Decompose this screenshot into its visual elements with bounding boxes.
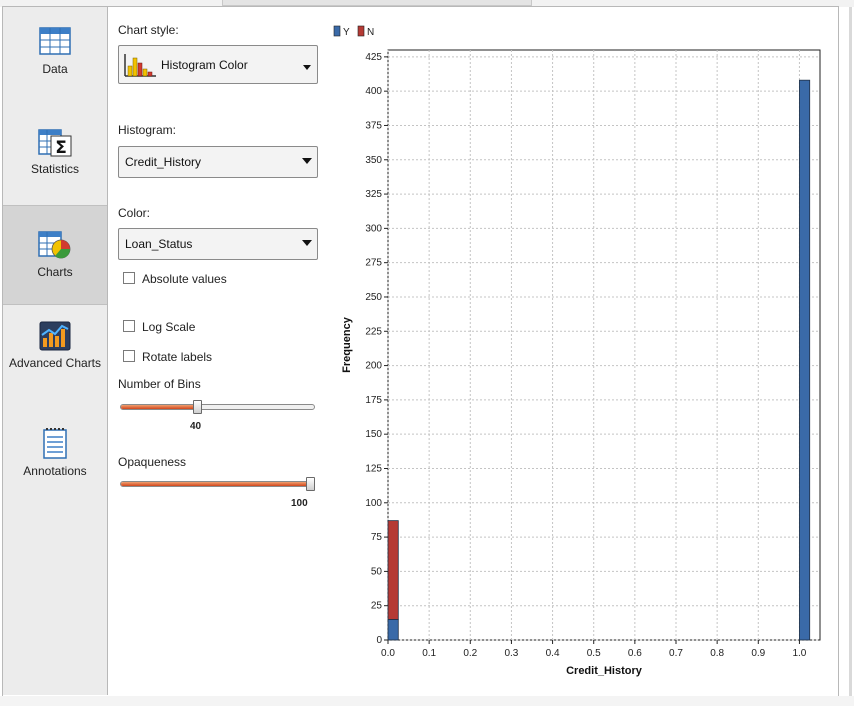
bins-slider[interactable] [120,404,315,410]
chevron-down-icon [302,158,312,164]
y-tick-label: 250 [365,292,382,303]
sidebar-item-label: Statistics [30,162,79,176]
bins-label: Number of Bins [118,377,201,391]
x-tick-label: 0.8 [710,648,724,659]
y-tick-label: 75 [371,532,383,543]
histogram-chart: YN 0255075100125150175200225250275300325… [333,25,821,677]
chart-legend: YN [333,25,374,38]
histogram-label: Histogram: [118,123,177,137]
x-tick-label: 0.9 [751,648,765,659]
legend-swatch-y [333,25,341,37]
y-tick-label: 175 [365,395,382,406]
color-value: Loan_Status [125,237,193,251]
bottom-band [0,696,854,706]
y-tick-label: 25 [371,601,383,612]
svg-text:Σ: Σ [55,138,67,157]
y-tick-label: 225 [365,326,382,337]
chart-style-value: Histogram Color [161,58,248,72]
sidebar-item-advanced-charts[interactable]: Advanced Charts [3,321,107,391]
y-tick-label: 375 [365,120,382,131]
x-tick-label: 0.6 [628,648,642,659]
y-tick-label: 425 [365,52,382,63]
legend-swatch-n [357,25,365,37]
legend-label-y: Y [343,27,350,38]
histogram-bar-n [387,520,399,620]
legend-label-n: N [367,27,374,38]
y-tick-label: 150 [365,429,382,440]
sidebar-item-label: Annotations [23,464,87,478]
chevron-down-icon [303,65,311,70]
y-tick-label: 125 [365,463,382,474]
sidebar-item-charts[interactable]: Charts [3,205,107,305]
y-tick-label: 400 [365,86,382,97]
x-axis-label: Credit_History [566,665,643,677]
x-tick-label: 0.4 [546,648,560,659]
y-tick-label: 50 [371,566,383,577]
opaqueness-slider[interactable] [120,481,315,487]
sidebar: Data Σ Statistics Charts Advanced Charts… [3,7,108,695]
y-tick-label: 100 [365,498,382,509]
sidebar-item-label: Data [42,62,68,76]
sidebar-item-label: Advanced Charts [8,356,102,370]
chevron-down-icon [302,240,312,246]
sidebar-item-data[interactable]: Data [3,27,107,87]
y-tick-label: 200 [365,361,382,372]
opaqueness-label: Opaqueness [118,455,187,469]
bins-slider-fill [121,405,197,409]
histogram-bar-y [387,619,399,641]
table-icon [39,27,71,55]
x-tick-label: 1.0 [792,648,806,659]
x-tick-label: 0.1 [422,648,436,659]
bins-value: 40 [190,421,202,432]
y-tick-label: 300 [365,223,382,234]
x-tick-label: 0.7 [669,648,683,659]
window-edge [849,7,852,706]
y-tick-label: 325 [365,189,382,200]
histogram-select[interactable]: Credit_History [118,146,318,178]
histogram-value: Credit_History [125,155,202,169]
sidebar-item-annotations[interactable]: Annotations [3,427,107,487]
rotate-labels-checkbox[interactable] [123,350,135,362]
y-tick-label: 275 [365,258,382,269]
opaqueness-slider-fill [121,482,314,486]
opaqueness-slider-thumb[interactable] [306,477,315,491]
x-tick-label: 0.2 [463,648,477,659]
rotate-labels-label: Rotate labels [142,350,213,364]
chart-style-label: Chart style: [118,23,179,37]
sidebar-item-statistics[interactable]: Σ Statistics [3,127,107,187]
y-axis-label: Frequency [341,316,353,373]
x-tick-label: 0.3 [504,648,518,659]
absolute-values-checkbox[interactable] [123,272,135,284]
histogram-color-icon [124,54,156,77]
absolute-values-label: Absolute values [142,272,227,286]
sigma-table-icon: Σ [38,129,72,157]
x-tick-label: 0.0 [381,648,395,659]
color-select[interactable]: Loan_Status [118,228,318,260]
opaqueness-value: 100 [291,498,308,509]
bins-slider-thumb[interactable] [192,400,202,414]
y-tick-label: 0 [376,635,382,646]
plot-area [387,49,821,641]
chart-style-select[interactable]: Histogram Color [118,45,318,84]
advanced-chart-icon [39,321,71,351]
histogram-bar-y [799,79,811,641]
chart-pie-icon [38,231,71,259]
color-label: Color: [118,206,151,220]
log-scale-checkbox[interactable] [123,320,135,332]
y-tick-label: 350 [365,155,382,166]
notepad-icon [43,428,67,459]
log-scale-label: Log Scale [142,320,196,334]
x-tick-label: 0.5 [587,648,601,659]
sidebar-item-label: Charts [37,265,73,279]
